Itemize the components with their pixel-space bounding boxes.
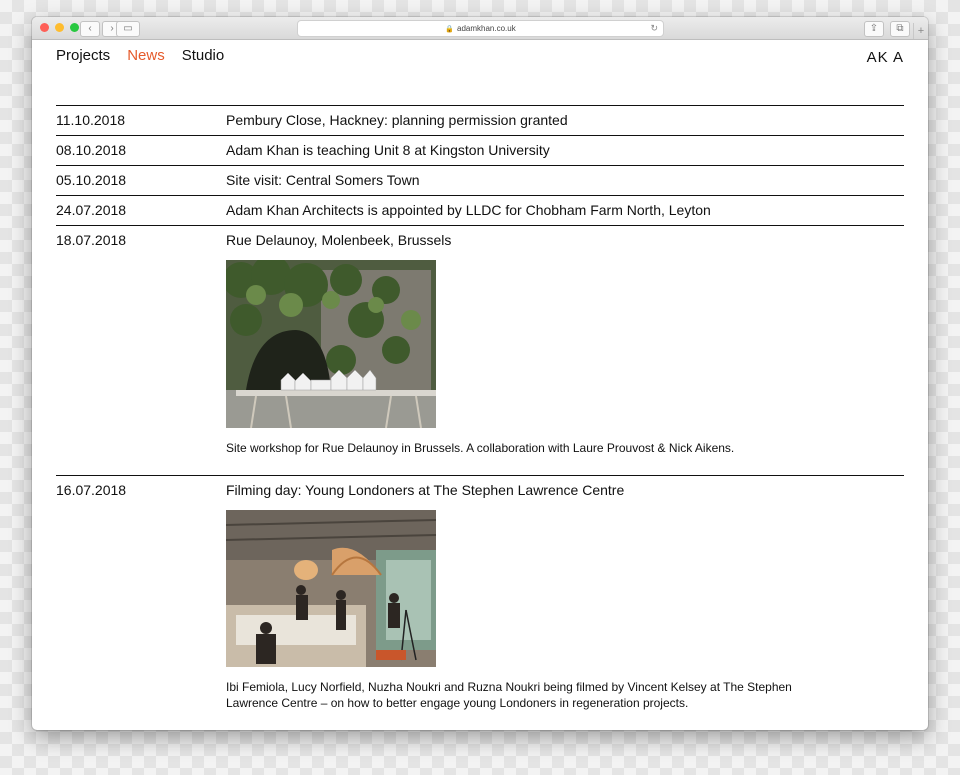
- news-date: 08.10.2018: [56, 142, 127, 158]
- sidebar-icon[interactable]: ▭: [116, 21, 140, 37]
- news-item-expanded[interactable]: 16.07.2018 Filming day: Young Londoners …: [56, 475, 904, 730]
- news-title[interactable]: Filming day: Young Londoners at The Step…: [226, 482, 624, 498]
- news-caption: Site workshop for Rue Delaunoy in Brusse…: [226, 441, 735, 455]
- site-logo[interactable]: AK A: [867, 49, 904, 66]
- reload-icon[interactable]: ↻: [650, 21, 658, 36]
- minimize-window-button[interactable]: [55, 23, 64, 32]
- news-date: 24.07.2018: [56, 202, 127, 218]
- tabs-overview-icon[interactable]: ⧉: [890, 21, 910, 37]
- close-window-button[interactable]: [40, 23, 49, 32]
- address-bar[interactable]: 🔒 adamkhan.co.uk ↻: [297, 20, 664, 37]
- news-item[interactable]: 05.10.2018 Site visit: Central Somers To…: [56, 165, 904, 195]
- news-item[interactable]: 11.10.2018 Pembury Close, Hackney: plann…: [56, 105, 904, 135]
- news-title[interactable]: Adam Khan is teaching Unit 8 at Kingston…: [226, 142, 550, 158]
- news-date: 05.10.2018: [56, 172, 127, 188]
- news-title[interactable]: Pembury Close, Hackney: planning permiss…: [226, 112, 568, 128]
- news-item-expanded[interactable]: 18.07.2018 Rue Delaunoy, Molenbeek, Brus…: [56, 225, 904, 475]
- news-caption: Ibi Femiola, Lucy Norfield, Nuzha Noukri…: [226, 680, 792, 710]
- share-icon[interactable]: ⇪: [864, 21, 884, 37]
- news-item[interactable]: 24.07.2018 Adam Khan Architects is appoi…: [56, 195, 904, 225]
- lock-icon: 🔒: [445, 26, 454, 33]
- news-title[interactable]: Site visit: Central Somers Town: [226, 172, 419, 188]
- news-list: 11.10.2018 Pembury Close, Hackney: plann…: [56, 105, 904, 730]
- browser-window: ‹ › ▭ 🔒 adamkhan.co.uk ↻ ⇪ ⧉ + Projects N…: [32, 17, 928, 730]
- rue-delaunoy-photo: [226, 260, 436, 428]
- news-title[interactable]: Rue Delaunoy, Molenbeek, Brussels: [226, 232, 451, 248]
- back-icon[interactable]: ‹: [80, 21, 100, 37]
- filming-day-photo: [226, 510, 436, 667]
- nav-projects[interactable]: Projects: [56, 47, 110, 64]
- news-date: 18.07.2018: [56, 232, 127, 248]
- toolbar-right-buttons: ⇪ ⧉: [864, 21, 910, 37]
- news-item[interactable]: 08.10.2018 Adam Khan is teaching Unit 8 …: [56, 135, 904, 165]
- nav-studio[interactable]: Studio: [182, 47, 225, 64]
- zoom-window-button[interactable]: [70, 23, 79, 32]
- nav-news[interactable]: News: [127, 47, 165, 64]
- news-title[interactable]: Adam Khan Architects is appointed by LLD…: [226, 202, 711, 218]
- page-content: Projects News Studio AK A 11.10.2018 Pem…: [32, 40, 928, 730]
- news-date: 11.10.2018: [56, 112, 126, 128]
- browser-toolbar: ‹ › ▭ 🔒 adamkhan.co.uk ↻ ⇪ ⧉ +: [32, 17, 928, 40]
- window-controls: [40, 23, 79, 32]
- new-tab-icon[interactable]: +: [913, 23, 928, 39]
- news-date: 16.07.2018: [56, 482, 127, 498]
- site-nav: Projects News Studio: [56, 47, 241, 64]
- url-text: adamkhan.co.uk: [457, 24, 516, 33]
